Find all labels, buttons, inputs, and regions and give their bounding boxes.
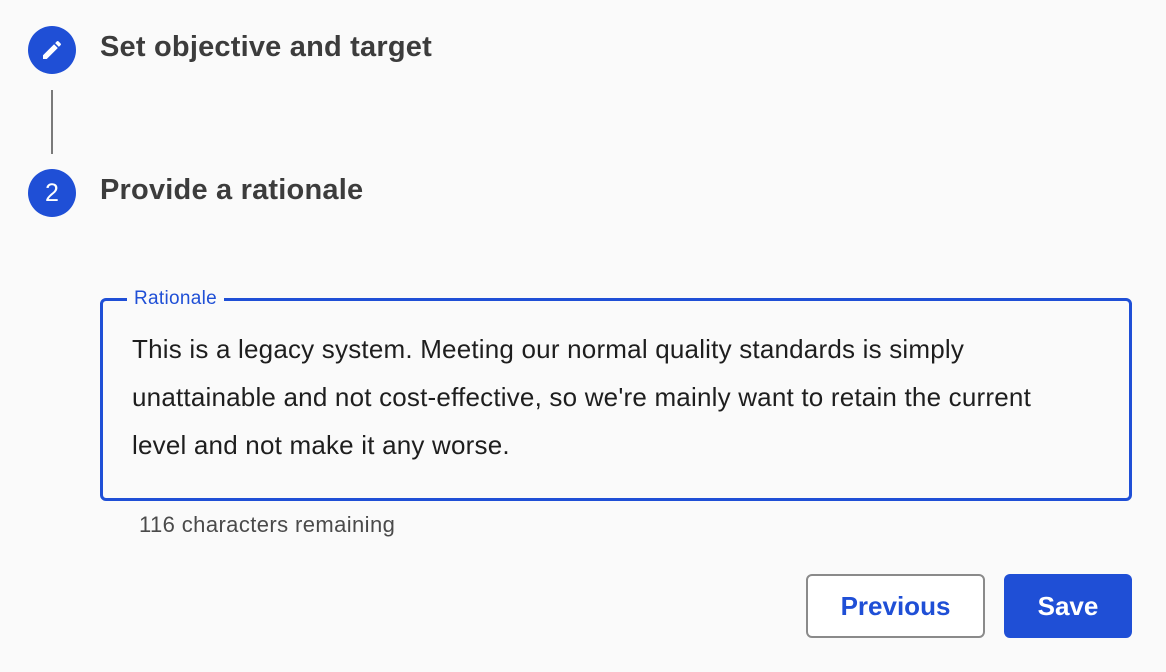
step-1-title[interactable]: Set objective and target (100, 31, 432, 64)
save-button[interactable]: Save (1004, 574, 1132, 638)
characters-remaining-helper: 116 characters remaining (139, 512, 396, 537)
step-connector (51, 90, 53, 154)
step-2-title: Provide a rationale (100, 174, 364, 206)
rationale-text[interactable]: This is a legacy system. Meeting our nor… (132, 325, 1092, 469)
previous-button[interactable]: Previous (806, 574, 985, 638)
rationale-label: Rationale (127, 287, 224, 311)
step-1-edit-button[interactable] (28, 26, 76, 74)
step-2-number-badge: 2 (28, 169, 76, 217)
rationale-textarea[interactable]: Rationale This is a legacy system. Meeti… (100, 287, 1132, 501)
pencil-icon (43, 40, 62, 59)
